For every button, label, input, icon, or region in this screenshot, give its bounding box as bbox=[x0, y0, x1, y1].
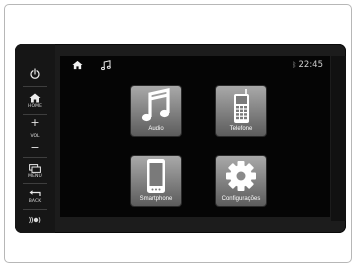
volume-label: VOL bbox=[30, 134, 40, 139]
settings-knob-icon bbox=[29, 216, 41, 224]
head-unit: HOME + VOL − MENU BACK ᛒ 22:45 Audio Tel… bbox=[15, 44, 346, 233]
separator bbox=[23, 209, 47, 210]
separator bbox=[23, 86, 47, 87]
menu-button[interactable]: MENU bbox=[20, 161, 50, 181]
back-button[interactable]: BACK bbox=[20, 187, 50, 207]
configuracoes-tile[interactable]: Configurações bbox=[216, 156, 266, 206]
display-screen: ᛒ 22:45 Audio Telefone Smartphone Config… bbox=[60, 56, 330, 217]
settings-knob-button[interactable] bbox=[20, 212, 50, 228]
menu-icon bbox=[29, 163, 41, 173]
home-icon bbox=[29, 93, 41, 103]
clock: ᛒ 22:45 bbox=[292, 60, 323, 70]
figure-frame: HOME + VOL − MENU BACK ᛒ 22:45 Audio Tel… bbox=[4, 4, 352, 263]
back-label: BACK bbox=[28, 199, 42, 204]
home-icon[interactable] bbox=[72, 60, 83, 70]
separator bbox=[23, 157, 47, 158]
clock-time: 22:45 bbox=[298, 60, 324, 70]
home-label: HOME bbox=[27, 104, 43, 109]
status-bar: ᛒ 22:45 bbox=[60, 56, 330, 76]
bluetooth-icon: ᛒ bbox=[292, 61, 297, 69]
audio-label: Audio bbox=[148, 126, 164, 132]
configuracoes-label: Configurações bbox=[221, 196, 261, 202]
music-note-icon[interactable] bbox=[101, 60, 111, 71]
volume-down-button[interactable]: − bbox=[15, 142, 55, 154]
smartphone-label: Smartphone bbox=[139, 196, 173, 202]
side-button-panel: HOME + VOL − MENU BACK bbox=[15, 44, 55, 233]
back-arrow-icon bbox=[29, 190, 41, 196]
telefone-tile[interactable]: Telefone bbox=[216, 86, 266, 136]
menu-label: MENU bbox=[28, 173, 42, 179]
separator bbox=[23, 114, 47, 115]
separator bbox=[23, 183, 47, 184]
right-bezel bbox=[331, 56, 346, 221]
power-icon bbox=[30, 68, 40, 79]
home-button[interactable]: HOME bbox=[20, 90, 50, 112]
volume-up-button[interactable]: + bbox=[15, 117, 55, 129]
audio-tile[interactable]: Audio bbox=[131, 86, 181, 136]
telefone-label: Telefone bbox=[229, 126, 253, 132]
smartphone-tile[interactable]: Smartphone bbox=[131, 156, 181, 206]
power-button[interactable] bbox=[20, 64, 50, 84]
